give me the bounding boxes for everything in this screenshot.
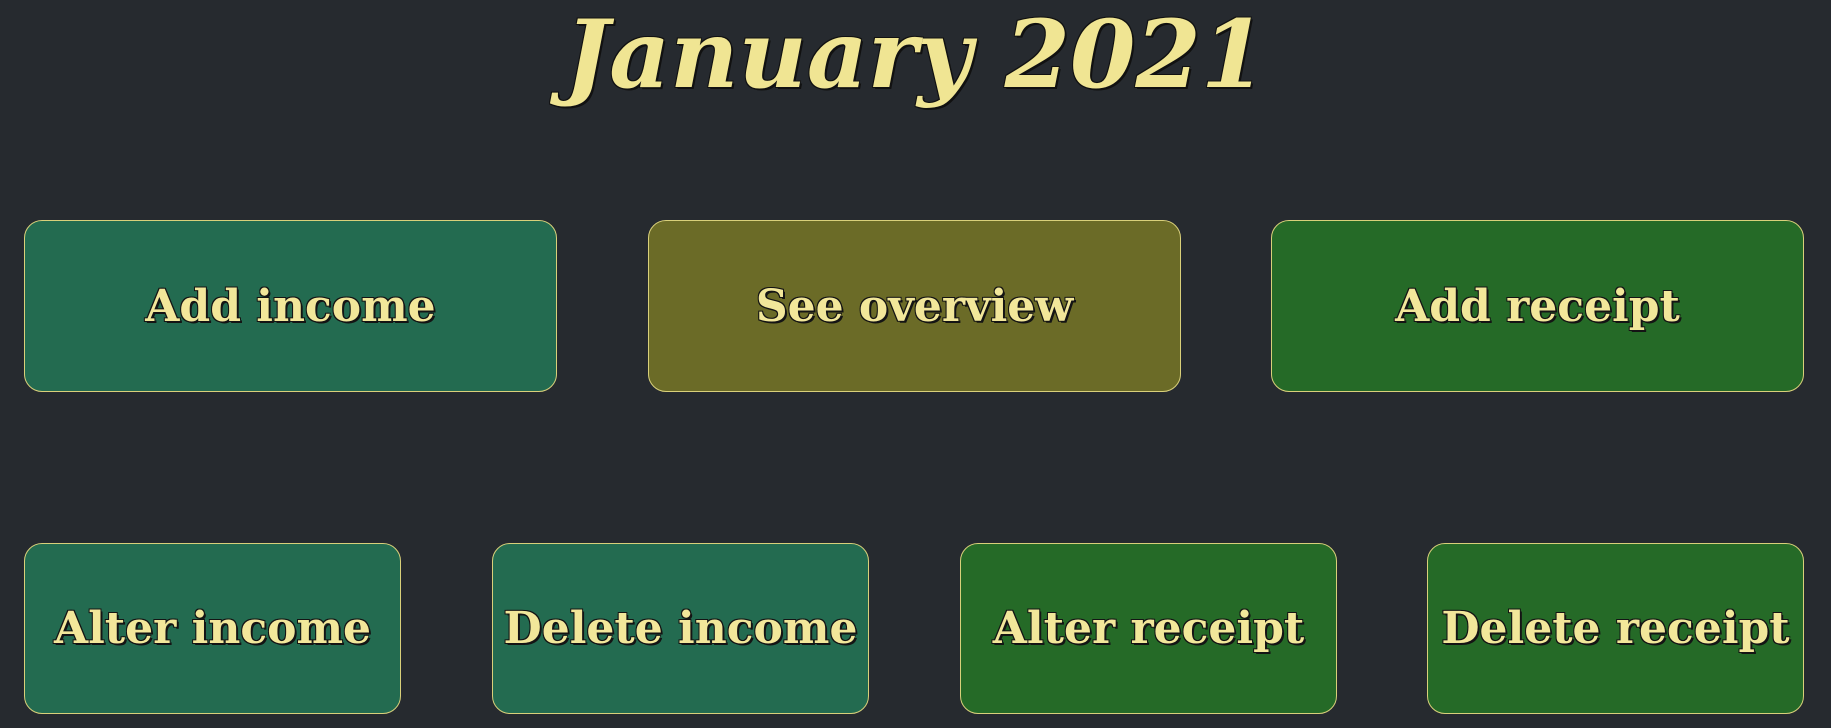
add-receipt-label: Add receipt bbox=[1395, 280, 1680, 332]
alter-receipt-button[interactable]: Alter receipt bbox=[960, 543, 1337, 714]
alter-receipt-label: Alter receipt bbox=[992, 603, 1305, 654]
delete-receipt-label: Delete receipt bbox=[1441, 603, 1790, 654]
see-overview-label: See overview bbox=[755, 280, 1074, 332]
add-income-button[interactable]: Add income bbox=[24, 220, 557, 392]
alter-income-label: Alter income bbox=[53, 603, 372, 654]
delete-receipt-button[interactable]: Delete receipt bbox=[1427, 543, 1804, 714]
add-income-label: Add income bbox=[145, 280, 436, 332]
delete-income-button[interactable]: Delete income bbox=[492, 543, 869, 714]
delete-income-label: Delete income bbox=[503, 603, 858, 654]
add-receipt-button[interactable]: Add receipt bbox=[1271, 220, 1804, 392]
see-overview-button[interactable]: See overview bbox=[648, 220, 1181, 392]
page-title: January 2021 bbox=[564, 0, 1267, 110]
alter-income-button[interactable]: Alter income bbox=[24, 543, 401, 714]
